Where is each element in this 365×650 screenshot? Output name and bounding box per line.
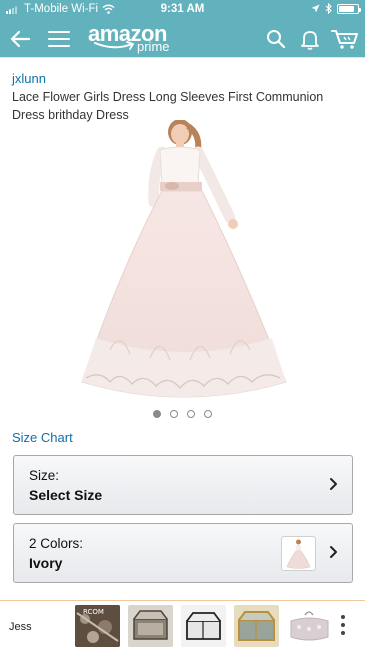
chevron-right-icon <box>330 546 337 558</box>
size-value: Select Size <box>29 487 103 503</box>
amazon-prime-logo[interactable]: amazon prime <box>88 21 178 55</box>
recent-thumbnail-1[interactable]: RCOM <box>75 605 120 647</box>
user-name: Jess <box>9 621 32 633</box>
status-bar: T-Mobile Wi-Fi 9:31 AM <box>0 0 365 20</box>
nav-bar: amazon prime <box>0 20 365 57</box>
logo-prime: prime <box>137 39 170 54</box>
notifications-button[interactable] <box>298 24 322 54</box>
chevron-right-icon <box>330 478 337 490</box>
menu-button[interactable] <box>46 24 72 54</box>
search-button[interactable] <box>264 24 288 54</box>
thumbnail-image <box>128 605 173 647</box>
size-chart-link[interactable]: Size Chart <box>12 430 73 445</box>
back-button[interactable] <box>6 24 34 54</box>
thumbnail-caption: RCOM <box>83 608 104 616</box>
pager-dot[interactable] <box>187 410 195 418</box>
hamburger-menu-icon <box>48 31 70 47</box>
thumbnail-image <box>234 605 279 647</box>
smile-arrow-icon <box>94 41 134 50</box>
recently-viewed-bar: Jess RCOM <box>0 601 365 650</box>
pager-dot[interactable] <box>204 410 212 418</box>
product-title: Lace Flower Girls Dress Long Sleeves Fir… <box>12 90 324 122</box>
search-icon <box>267 30 286 49</box>
header-divider <box>0 57 365 58</box>
pager-dot[interactable] <box>170 410 178 418</box>
size-label: Size: <box>29 468 60 483</box>
thumbnail-image <box>287 605 332 647</box>
back-arrow-icon <box>10 30 31 48</box>
thumbnail-image: RCOM <box>75 605 120 647</box>
size-selector[interactable]: Size: Select Size <box>13 455 353 515</box>
product-image[interactable] <box>80 120 288 405</box>
recent-thumbnail-4[interactable] <box>234 605 279 647</box>
location-icon <box>311 4 320 13</box>
recent-thumbnail-2[interactable] <box>128 605 173 647</box>
battery-level <box>339 5 355 12</box>
recent-thumbnail-5[interactable] <box>287 605 332 647</box>
more-options-icon[interactable] <box>338 613 348 639</box>
color-label: 2 Colors: <box>29 536 84 551</box>
color-value: Ivory <box>29 555 63 571</box>
pager-dot[interactable] <box>153 410 161 418</box>
recent-thumbnail-3[interactable] <box>181 605 226 647</box>
dress-swatch-image <box>286 539 311 569</box>
bluetooth-icon <box>325 3 332 14</box>
bell-icon <box>301 30 319 50</box>
brand-link[interactable]: jxlunn <box>12 71 46 86</box>
color-swatch <box>281 536 316 571</box>
color-selector[interactable]: 2 Colors: Ivory <box>13 523 353 583</box>
image-pager <box>0 410 365 418</box>
status-indicators <box>311 3 361 14</box>
cart-button[interactable] <box>330 24 360 54</box>
thumbnail-image <box>181 605 226 647</box>
battery-icon <box>337 3 361 14</box>
cart-icon <box>331 30 358 49</box>
